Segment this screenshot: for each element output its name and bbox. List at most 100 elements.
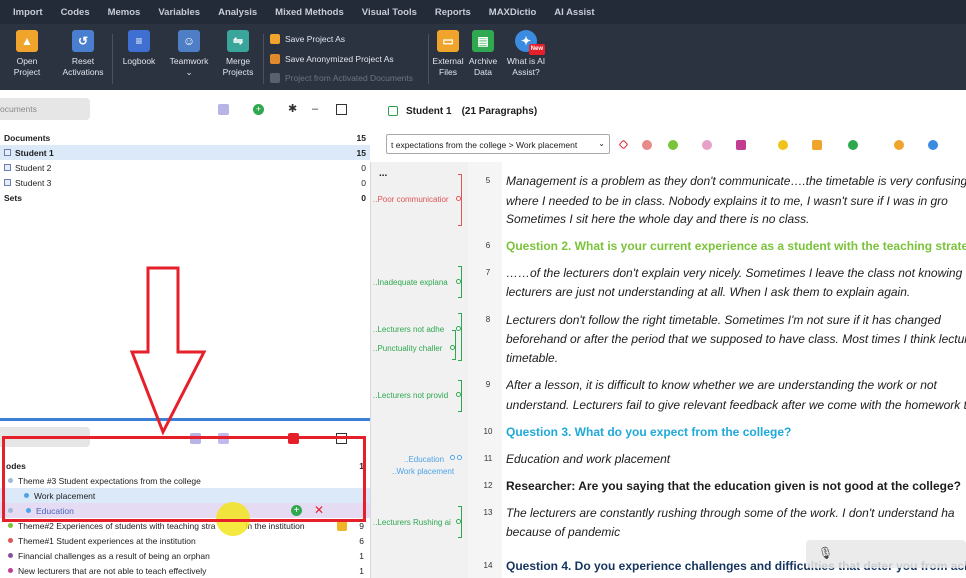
code-tag[interactable]: ..Lecturers Rushing ai (373, 518, 451, 527)
document-browser-toolbar: t expectations from the college > Work p… (372, 128, 966, 160)
code-item-new-lecturers[interactable]: New lecturers that are not able to teach… (0, 563, 370, 578)
code-selector-value: t expectations from the college > Work p… (391, 140, 578, 150)
code-tag[interactable]: ..Lecturers not adhe (373, 325, 444, 334)
add-icon[interactable]: + (253, 104, 264, 115)
paragraph-line: ……of the lecturers don't explain very ni… (506, 266, 963, 280)
code-selector-dropdown[interactable]: t expectations from the college > Work p… (386, 134, 610, 154)
menu-variables[interactable]: Variables (149, 7, 209, 18)
paragraph-number: 6 (485, 241, 491, 250)
save-project-as-button[interactable]: Save Project As (270, 34, 345, 44)
folder-icon: ▲ (16, 30, 38, 52)
save-anonymized-button[interactable]: Save Anonymized Project As (270, 54, 394, 64)
document-icon (4, 164, 11, 171)
document-label: Student 3 (15, 177, 52, 188)
menu-maxdictio[interactable]: MAXDictio (480, 7, 546, 18)
paragraph-line: Lecturers don't follow the right timetab… (506, 313, 941, 327)
document-subtitle: (21 Paragraphs) (461, 105, 538, 117)
code-item-financial[interactable]: Financial challenges as a result of bein… (0, 548, 370, 563)
document-item-student-3[interactable]: Student 3 0 (0, 175, 370, 190)
code-bracket-handle[interactable] (456, 392, 461, 397)
teamwork-button[interactable]: ☺ Teamwork ⌄ (166, 30, 212, 78)
code-bracket-handle[interactable] (456, 326, 461, 331)
anonymized-icon (270, 54, 280, 64)
code-tag[interactable]: ..Poor communicatior (373, 195, 449, 204)
external-files-label: External Files (432, 56, 464, 77)
code-marker-icon[interactable] (618, 139, 629, 150)
code-bracket-handle[interactable] (457, 455, 462, 460)
paragraph-line: understand. Lecturers fail to give relev… (506, 398, 966, 412)
gear-icon[interactable]: ✱ (288, 104, 299, 115)
maximize-icon[interactable] (336, 104, 347, 115)
menu-visual-tools[interactable]: Visual Tools (353, 7, 426, 18)
code-tag[interactable]: ..Inadequate explana (373, 278, 448, 287)
logbook-button[interactable]: ≡ Logbook (116, 30, 162, 67)
paragraph-number: 11 (483, 454, 493, 463)
paragraph-number: 12 (483, 481, 493, 490)
document-icon[interactable] (218, 104, 229, 115)
open-project-button[interactable]: ▲ Open Project (6, 30, 48, 78)
logbook-icon: ≡ (128, 30, 150, 52)
link-icon[interactable] (848, 140, 858, 150)
code-bracket-handle[interactable] (450, 345, 455, 350)
emoticode-icon[interactable] (702, 140, 712, 150)
code-item-theme-1[interactable]: Theme#1 Student experiences at the insti… (0, 533, 370, 548)
documents-search-input[interactable]: ocuments (0, 98, 90, 120)
chevron-down-icon: ⌄ (185, 67, 193, 77)
code-bracket-handle[interactable] (450, 455, 455, 460)
emoji-icon[interactable] (778, 140, 788, 150)
add-memo-icon[interactable] (812, 140, 822, 150)
menu-analysis[interactable]: Analysis (209, 7, 266, 18)
teamwork-label: Teamwork (169, 56, 209, 66)
archive-data-button[interactable]: ▤ Archive Data (466, 30, 500, 78)
document-title: Student 1 (406, 105, 452, 117)
paragraph-number: 5 (485, 176, 491, 185)
paragraph-line: lecturers are just not understanding at … (506, 285, 911, 299)
reset-activations-button[interactable]: ↺ Reset Activations (56, 30, 110, 78)
menu-mixed-methods[interactable]: Mixed Methods (266, 7, 353, 18)
menu-ai-assist[interactable]: AI Assist (545, 7, 603, 18)
ai-assist-icon[interactable] (928, 140, 938, 150)
archive-icon: ▤ (472, 30, 494, 52)
code-tag[interactable]: ..Education (404, 455, 444, 464)
merge-projects-button[interactable]: ⇋ Merge Projects (216, 30, 260, 78)
coding-stripes-margin: ... (370, 162, 468, 578)
paragraph-line: Question 3. What do you expect from the … (506, 425, 792, 439)
reset-icon: ↺ (72, 30, 94, 52)
highlighter-icon[interactable] (736, 140, 746, 150)
edit-document-icon[interactable] (388, 106, 398, 116)
sets-root[interactable]: Sets 0 (0, 190, 370, 205)
paragraph-number: 14 (483, 561, 493, 570)
external-files-button[interactable]: ▭ External Files (430, 30, 466, 78)
dictation-overlay[interactable]: 🎙 (806, 540, 966, 568)
menu-codes[interactable]: Codes (52, 7, 99, 18)
document-item-student-2[interactable]: Student 2 0 (0, 160, 370, 175)
project-from-activated-label: Project from Activated Documents (285, 73, 414, 83)
paragraph-line: Education and work placement (506, 452, 671, 466)
code-with-new-icon[interactable] (668, 140, 678, 150)
comment-icon[interactable] (894, 140, 904, 150)
code-tag[interactable]: ..Punctuality challer (373, 344, 442, 353)
menu-import[interactable]: Import (4, 7, 52, 18)
ribbon-separator (428, 34, 429, 84)
code-bracket-handle[interactable] (456, 519, 461, 524)
code-bracket-handle[interactable] (456, 279, 461, 284)
menu-memos[interactable]: Memos (99, 7, 150, 18)
code-tag[interactable]: ..Work placement (392, 467, 454, 476)
documents-root[interactable]: Documents 15 (0, 130, 370, 145)
microphone-icon[interactable]: 🎙 (818, 546, 833, 560)
document-item-student-1[interactable]: Student 1 15 (0, 145, 370, 160)
menu-reports[interactable]: Reports (426, 7, 480, 18)
code-selection-icon[interactable] (642, 140, 652, 150)
what-is-ai-assist-button[interactable]: ✦ New What is AI Assist? (504, 30, 548, 78)
document-label: Student 2 (15, 162, 52, 173)
project-from-activated-button[interactable]: Project from Activated Documents (270, 73, 413, 83)
paragraph-line: The lecturers are constantly rushing thr… (506, 506, 955, 520)
code-bracket-handle[interactable] (456, 196, 461, 201)
code-tag[interactable]: ..Lecturers not provid (373, 391, 448, 400)
paragraph-number: 8 (485, 315, 491, 324)
chevron-down-icon: ⌄ (598, 139, 605, 148)
minimize-icon[interactable]: – (312, 104, 323, 115)
document-count: 0 (361, 177, 366, 188)
document-count: 15 (356, 147, 366, 158)
logbook-label: Logbook (122, 56, 156, 66)
